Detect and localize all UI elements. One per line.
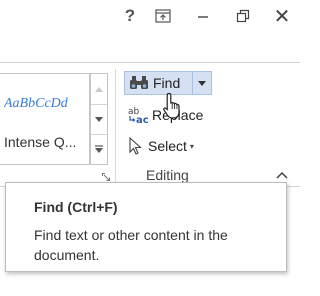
close-icon: ✕: [273, 5, 291, 28]
collapse-ribbon-button[interactable]: [272, 167, 292, 183]
chevron-down-icon: ▾: [189, 141, 194, 151]
more-icon: [95, 145, 103, 153]
gallery-more-button[interactable]: [91, 134, 107, 164]
find-dropdown-button[interactable]: [193, 72, 211, 94]
style-name-label: Intense Q...: [4, 134, 77, 150]
group-separator: [115, 69, 116, 183]
gallery-scroll-down-button[interactable]: [91, 104, 107, 134]
tooltip-description: Find text or other content in the docume…: [34, 227, 228, 263]
triangle-down-icon: [95, 116, 103, 122]
find-tooltip: Find (Ctrl+F) Find text or other content…: [5, 182, 287, 272]
select-button[interactable]: Select ▾: [124, 134, 216, 158]
binoculars-icon: [130, 76, 148, 89]
gallery-scroll-up-button[interactable]: [91, 74, 107, 104]
title-bar: ? ✕: [0, 0, 300, 32]
style-preview-sample[interactable]: AaBbCcDd: [4, 96, 86, 112]
word-window: ? ✕ AaBbCcDd Intense Q... Find ab ac Sel…: [0, 0, 300, 296]
tooltip-title: Find (Ctrl+F): [34, 199, 118, 215]
editing-group: Find ab ac Replace Select: [118, 63, 212, 186]
chevron-down-icon: [198, 80, 206, 86]
restore-icon: [236, 9, 250, 23]
ribbon-display-options-button[interactable]: [148, 0, 178, 32]
triangle-up-icon: [95, 87, 103, 92]
replace-icon: ab ac: [128, 107, 148, 124]
minimize-button[interactable]: [186, 0, 220, 32]
select-label: Select: [148, 138, 187, 154]
minimize-icon: [198, 16, 208, 18]
find-button[interactable]: Find: [125, 72, 193, 94]
chevron-up-icon: [276, 171, 288, 179]
find-label: Find: [153, 75, 181, 91]
dialog-launcher-icon: [101, 172, 110, 181]
help-button[interactable]: ?: [116, 0, 144, 32]
restore-button[interactable]: [226, 0, 260, 32]
ribbon: AaBbCcDd Intense Q... Find ab ac Select …: [0, 62, 300, 187]
gallery-scroll-buttons: [90, 73, 108, 165]
svg-text:ac: ac: [136, 115, 148, 124]
styles-gallery[interactable]: AaBbCcDd Intense Q...: [0, 73, 90, 165]
cursor-arrow-icon: [129, 137, 142, 155]
close-button[interactable]: ✕: [264, 0, 300, 32]
ribbon-display-options-icon: [155, 9, 171, 23]
editing-group-label: Editing: [146, 167, 189, 183]
mouse-pointer-icon: [163, 92, 180, 119]
